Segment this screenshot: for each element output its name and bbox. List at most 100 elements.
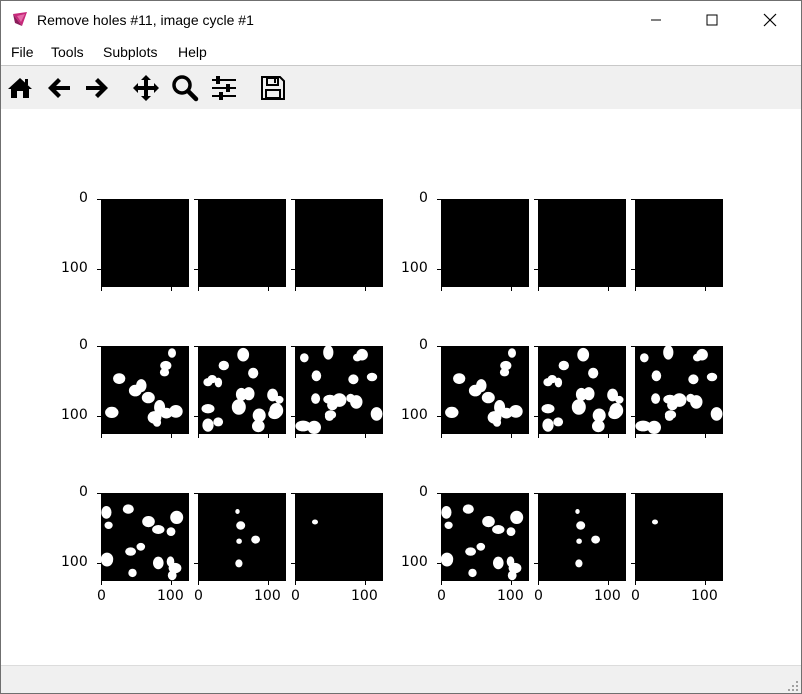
configure-subplots-button[interactable] — [210, 74, 238, 102]
blob-region — [607, 388, 618, 402]
blob-region — [201, 404, 215, 414]
back-button[interactable] — [45, 74, 73, 102]
image-subplot — [538, 493, 626, 581]
image-subplot — [101, 346, 189, 434]
save-button[interactable] — [259, 74, 287, 102]
blob-region — [236, 538, 242, 544]
y-tick-mark — [534, 493, 538, 494]
y-tick-label: 100 — [61, 554, 88, 570]
blob-region — [445, 406, 459, 418]
x-tick-mark — [608, 581, 609, 585]
blob-region — [476, 542, 486, 551]
blob-region — [218, 360, 229, 371]
x-tick-mark — [101, 434, 102, 438]
blob-region — [122, 504, 134, 514]
y-tick-mark — [291, 199, 295, 200]
y-tick-label: 100 — [401, 407, 428, 423]
blob-region — [688, 374, 699, 385]
blob-region — [104, 521, 113, 529]
blob-region — [506, 527, 516, 536]
blob-region — [541, 404, 555, 414]
blob-region — [105, 406, 119, 418]
blob-region — [575, 559, 583, 568]
x-tick-mark — [511, 581, 512, 585]
blob-region — [332, 393, 347, 407]
back-arrow-icon — [48, 78, 70, 98]
y-tick-mark — [291, 563, 295, 564]
zoom-button[interactable] — [171, 74, 199, 102]
configure-subplots-icon — [212, 76, 236, 100]
save-icon — [261, 76, 285, 100]
x-tick-mark — [441, 287, 442, 291]
y-tick-label: 100 — [401, 260, 428, 276]
blob-region — [350, 395, 363, 409]
blob-region — [672, 393, 687, 407]
image-subplot — [295, 493, 383, 581]
blob-region — [169, 405, 183, 418]
home-button[interactable] — [6, 74, 34, 102]
blob-region — [370, 407, 383, 421]
y-tick-label: 0 — [79, 337, 88, 353]
blob-region — [324, 410, 337, 420]
blob-region — [348, 374, 359, 385]
y-tick-mark — [97, 563, 101, 564]
x-tick-label: 0 — [534, 588, 543, 604]
blob-region — [706, 372, 718, 382]
x-tick-mark — [171, 581, 172, 585]
blob-region — [575, 387, 587, 401]
x-tick-label: 0 — [194, 588, 203, 604]
x-tick-label: 100 — [157, 588, 184, 604]
x-tick-mark — [441, 434, 442, 438]
minimize-button[interactable] — [633, 1, 679, 39]
blob-region — [453, 373, 466, 384]
image-subplot — [538, 346, 626, 434]
blob-region — [311, 370, 322, 382]
minimize-icon — [651, 19, 661, 21]
y-tick-mark — [97, 269, 101, 270]
resize-grip-icon[interactable] — [787, 680, 799, 692]
y-tick-mark — [631, 416, 635, 417]
maximize-button[interactable] — [689, 1, 735, 39]
x-tick-mark — [365, 287, 366, 291]
app-window: Remove holes #11, image cycle #1 File To… — [0, 0, 802, 694]
blob-region — [558, 360, 569, 371]
blob-region — [651, 370, 662, 382]
blob-region — [493, 556, 504, 570]
y-tick-mark — [534, 416, 538, 417]
app-logo-icon — [13, 12, 27, 26]
y-tick-mark — [194, 416, 198, 417]
x-tick-mark — [365, 581, 366, 585]
blob-region — [543, 378, 553, 387]
blob-region — [154, 400, 166, 415]
menu-file[interactable]: File — [11, 44, 34, 60]
x-tick-mark — [268, 581, 269, 585]
status-bar — [1, 665, 801, 693]
pan-button[interactable] — [132, 74, 160, 102]
x-tick-mark — [635, 287, 636, 291]
y-tick-mark — [437, 416, 441, 417]
blob-region — [202, 418, 214, 432]
menu-tools[interactable]: Tools — [51, 44, 84, 60]
x-tick-mark — [441, 581, 442, 585]
blob-region — [353, 353, 362, 362]
blob-region — [251, 535, 260, 544]
x-tick-label: 100 — [497, 588, 524, 604]
forward-button[interactable] — [83, 74, 111, 102]
x-tick-mark — [538, 581, 539, 585]
blob-region — [508, 562, 522, 574]
x-tick-mark — [295, 287, 296, 291]
y-tick-mark — [194, 269, 198, 270]
image-subplot — [635, 346, 723, 434]
x-tick-mark — [538, 434, 539, 438]
menu-subplots[interactable]: Subplots — [103, 44, 157, 60]
figure-canvas[interactable]: 0 100 0 100 0 100 0 100 0 100 0 100 0 100 0 100 0 100 0 100… — [1, 109, 801, 663]
x-tick-mark — [705, 287, 706, 291]
blob-region — [444, 521, 453, 529]
blob-region — [268, 408, 281, 420]
blob-region — [652, 519, 658, 525]
blob-region — [235, 559, 243, 568]
menu-help[interactable]: Help — [178, 44, 207, 60]
x-tick-mark — [295, 581, 296, 585]
y-tick-mark — [437, 563, 441, 564]
close-button[interactable] — [747, 1, 793, 39]
